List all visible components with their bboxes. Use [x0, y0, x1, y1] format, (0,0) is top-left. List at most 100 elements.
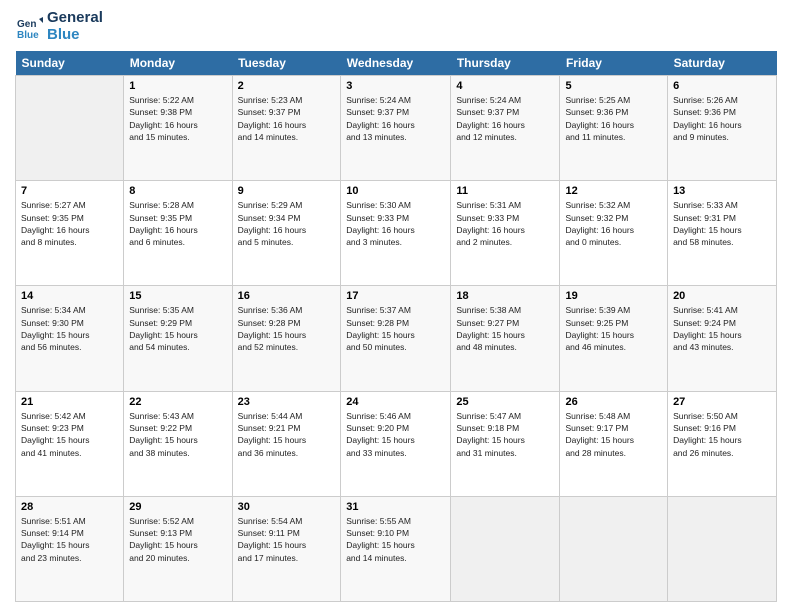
- day-info: Sunrise: 5:34 AM Sunset: 9:30 PM Dayligh…: [21, 304, 118, 353]
- calendar-cell: 5 Sunrise: 5:25 AM Sunset: 9:36 PM Daylig…: [560, 76, 668, 181]
- day-info: Sunrise: 5:27 AM Sunset: 9:35 PM Dayligh…: [21, 199, 118, 248]
- day-number: 6: [673, 80, 771, 92]
- weekday-header: Tuesday: [232, 51, 341, 76]
- day-number: 9: [238, 185, 336, 197]
- weekday-header: Monday: [124, 51, 232, 76]
- day-number: 25: [456, 396, 554, 408]
- calendar-cell: 30Sunrise: 5:54 AM Sunset: 9:11 PM Dayli…: [232, 496, 341, 601]
- day-number: 27: [673, 396, 771, 408]
- day-number: 4: [456, 80, 554, 92]
- calendar-cell: 4 Sunrise: 5:24 AM Sunset: 9:37 PM Daylig…: [451, 76, 560, 181]
- day-number: 1: [129, 80, 226, 92]
- day-info: Sunrise: 5:55 AM Sunset: 9:10 PM Dayligh…: [346, 515, 445, 564]
- day-number: 5: [565, 80, 662, 92]
- calendar-week-row: 21 Sunrise: 5:42 AM Sunset: 9:23 PM Dayli…: [16, 391, 777, 496]
- logo: Gen Blue General Blue: [15, 10, 103, 43]
- weekday-header: Sunday: [16, 51, 124, 76]
- calendar-cell: 12 Sunrise: 5:32 AM Sunset: 9:32 PM Dayli…: [560, 181, 668, 286]
- calendar-cell: 10 Sunrise: 5:30 AM Sunset: 9:33 PM Dayli…: [341, 181, 451, 286]
- calendar-cell: 11 Sunrise: 5:31 AM Sunset: 9:33 PM Dayli…: [451, 181, 560, 286]
- day-info: Sunrise: 5:25 AM Sunset: 9:36 PM Dayligh…: [565, 94, 662, 143]
- calendar-cell: 8Sunrise: 5:28 AM Sunset: 9:35 PM Daylig…: [124, 181, 232, 286]
- day-info: Sunrise: 5:37 AM Sunset: 9:28 PM Dayligh…: [346, 304, 445, 353]
- day-number: 22: [129, 396, 226, 408]
- day-info: Sunrise: 5:47 AM Sunset: 9:18 PM Dayligh…: [456, 410, 554, 459]
- day-info: Sunrise: 5:50 AM Sunset: 9:16 PM Dayligh…: [673, 410, 771, 459]
- day-number: 19: [565, 290, 662, 302]
- calendar-cell: 16 Sunrise: 5:36 AM Sunset: 9:28 PM Dayli…: [232, 286, 341, 391]
- calendar-cell: 14Sunrise: 5:34 AM Sunset: 9:30 PM Dayli…: [16, 286, 124, 391]
- calendar-cell: 26 Sunrise: 5:48 AM Sunset: 9:17 PM Dayli…: [560, 391, 668, 496]
- day-info: Sunrise: 5:44 AM Sunset: 9:21 PM Dayligh…: [238, 410, 336, 459]
- day-number: 2: [238, 80, 336, 92]
- day-number: 15: [129, 290, 226, 302]
- day-number: 31: [346, 501, 445, 513]
- calendar-table: SundayMondayTuesdayWednesdayThursdayFrid…: [15, 51, 777, 602]
- day-number: 10: [346, 185, 445, 197]
- day-info: Sunrise: 5:42 AM Sunset: 9:23 PM Dayligh…: [21, 410, 118, 459]
- header: Gen Blue General Blue: [15, 10, 777, 43]
- calendar-week-row: 7 Sunrise: 5:27 AM Sunset: 9:35 PM Daylig…: [16, 181, 777, 286]
- logo-icon: Gen Blue: [15, 13, 43, 41]
- calendar-cell: 27 Sunrise: 5:50 AM Sunset: 9:16 PM Dayli…: [668, 391, 777, 496]
- day-info: Sunrise: 5:38 AM Sunset: 9:27 PM Dayligh…: [456, 304, 554, 353]
- day-number: 23: [238, 396, 336, 408]
- calendar-body: 1Sunrise: 5:22 AM Sunset: 9:38 PM Daylig…: [16, 76, 777, 602]
- svg-text:Blue: Blue: [17, 30, 39, 41]
- logo-blue: Blue: [47, 27, 103, 44]
- day-info: Sunrise: 5:43 AM Sunset: 9:22 PM Dayligh…: [129, 410, 226, 459]
- day-number: 12: [565, 185, 662, 197]
- day-info: Sunrise: 5:51 AM Sunset: 9:14 PM Dayligh…: [21, 515, 118, 564]
- day-info: Sunrise: 5:41 AM Sunset: 9:24 PM Dayligh…: [673, 304, 771, 353]
- calendar-cell: [16, 76, 124, 181]
- calendar-cell: 20 Sunrise: 5:41 AM Sunset: 9:24 PM Dayli…: [668, 286, 777, 391]
- calendar-cell: 1Sunrise: 5:22 AM Sunset: 9:38 PM Daylig…: [124, 76, 232, 181]
- calendar-cell: 3 Sunrise: 5:24 AM Sunset: 9:37 PM Daylig…: [341, 76, 451, 181]
- calendar-cell: 29Sunrise: 5:52 AM Sunset: 9:13 PM Dayli…: [124, 496, 232, 601]
- svg-text:Gen: Gen: [17, 19, 36, 30]
- day-info: Sunrise: 5:36 AM Sunset: 9:28 PM Dayligh…: [238, 304, 336, 353]
- calendar-page: Gen Blue General Blue SundayMondayTuesda…: [0, 0, 792, 612]
- day-number: 18: [456, 290, 554, 302]
- day-number: 17: [346, 290, 445, 302]
- day-info: Sunrise: 5:48 AM Sunset: 9:17 PM Dayligh…: [565, 410, 662, 459]
- day-number: 3: [346, 80, 445, 92]
- day-info: Sunrise: 5:30 AM Sunset: 9:33 PM Dayligh…: [346, 199, 445, 248]
- calendar-cell: 9Sunrise: 5:29 AM Sunset: 9:34 PM Daylig…: [232, 181, 341, 286]
- calendar-cell: 18 Sunrise: 5:38 AM Sunset: 9:27 PM Dayli…: [451, 286, 560, 391]
- day-info: Sunrise: 5:24 AM Sunset: 9:37 PM Dayligh…: [456, 94, 554, 143]
- calendar-week-row: 1Sunrise: 5:22 AM Sunset: 9:38 PM Daylig…: [16, 76, 777, 181]
- day-info: Sunrise: 5:32 AM Sunset: 9:32 PM Dayligh…: [565, 199, 662, 248]
- day-number: 26: [565, 396, 662, 408]
- day-info: Sunrise: 5:52 AM Sunset: 9:13 PM Dayligh…: [129, 515, 226, 564]
- day-info: Sunrise: 5:26 AM Sunset: 9:36 PM Dayligh…: [673, 94, 771, 143]
- calendar-cell: 19 Sunrise: 5:39 AM Sunset: 9:25 PM Dayli…: [560, 286, 668, 391]
- day-info: Sunrise: 5:39 AM Sunset: 9:25 PM Dayligh…: [565, 304, 662, 353]
- day-number: 21: [21, 396, 118, 408]
- calendar-cell: [451, 496, 560, 601]
- day-info: Sunrise: 5:35 AM Sunset: 9:29 PM Dayligh…: [129, 304, 226, 353]
- weekday-header: Saturday: [668, 51, 777, 76]
- calendar-cell: 7 Sunrise: 5:27 AM Sunset: 9:35 PM Daylig…: [16, 181, 124, 286]
- day-number: 11: [456, 185, 554, 197]
- calendar-cell: 17 Sunrise: 5:37 AM Sunset: 9:28 PM Dayli…: [341, 286, 451, 391]
- day-info: Sunrise: 5:24 AM Sunset: 9:37 PM Dayligh…: [346, 94, 445, 143]
- calendar-cell: 28 Sunrise: 5:51 AM Sunset: 9:14 PM Dayli…: [16, 496, 124, 601]
- calendar-header: SundayMondayTuesdayWednesdayThursdayFrid…: [16, 51, 777, 76]
- day-number: 24: [346, 396, 445, 408]
- day-number: 16: [238, 290, 336, 302]
- header-row: SundayMondayTuesdayWednesdayThursdayFrid…: [16, 51, 777, 76]
- weekday-header: Thursday: [451, 51, 560, 76]
- calendar-cell: 25 Sunrise: 5:47 AM Sunset: 9:18 PM Dayli…: [451, 391, 560, 496]
- weekday-header: Friday: [560, 51, 668, 76]
- calendar-week-row: 14Sunrise: 5:34 AM Sunset: 9:30 PM Dayli…: [16, 286, 777, 391]
- logo-general: General: [47, 10, 103, 27]
- calendar-cell: 21 Sunrise: 5:42 AM Sunset: 9:23 PM Dayli…: [16, 391, 124, 496]
- day-info: Sunrise: 5:31 AM Sunset: 9:33 PM Dayligh…: [456, 199, 554, 248]
- day-info: Sunrise: 5:54 AM Sunset: 9:11 PM Dayligh…: [238, 515, 336, 564]
- calendar-cell: 6 Sunrise: 5:26 AM Sunset: 9:36 PM Daylig…: [668, 76, 777, 181]
- day-number: 20: [673, 290, 771, 302]
- day-info: Sunrise: 5:23 AM Sunset: 9:37 PM Dayligh…: [238, 94, 336, 143]
- day-number: 7: [21, 185, 118, 197]
- day-number: 28: [21, 501, 118, 513]
